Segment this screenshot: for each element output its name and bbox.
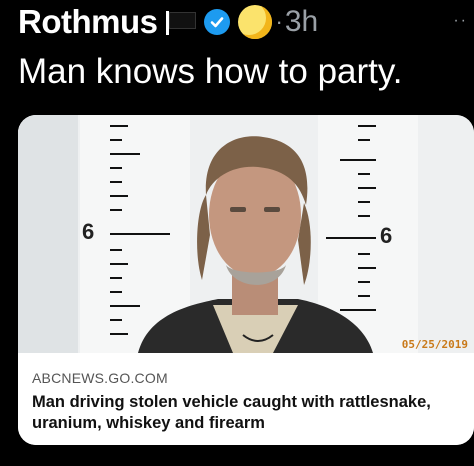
bottom-divider xyxy=(0,452,474,466)
mugshot-image: 6 6 05/25/2019 xyxy=(18,115,474,353)
card-headline[interactable]: Man driving stolen vehicle caught with r… xyxy=(32,392,462,434)
photo-date-stamp: 05/25/2019 xyxy=(401,338,468,351)
verified-badge-icon[interactable] xyxy=(203,9,230,35)
link-card[interactable]: 6 6 05/25/2019 ABCNEWS.GO.COM Man drivin… xyxy=(18,115,474,445)
flag-icon xyxy=(165,11,196,35)
timestamp[interactable]: 3h xyxy=(285,5,318,39)
card-domain: ABCNEWS.GO.COM xyxy=(32,370,168,386)
moon-emoji-icon xyxy=(237,5,272,39)
author-name[interactable]: Rothmus xyxy=(18,3,158,41)
time-separator: · xyxy=(275,9,283,34)
person-silhouette xyxy=(138,136,373,353)
more-options-icon[interactable]: ·· xyxy=(453,12,468,30)
tweet-header: Rothmus · 3h xyxy=(18,0,318,44)
tweet-text: Man knows how to party. xyxy=(18,52,403,91)
card-caption[interactable]: ABCNEWS.GO.COM Man driving stolen vehicl… xyxy=(18,353,474,445)
